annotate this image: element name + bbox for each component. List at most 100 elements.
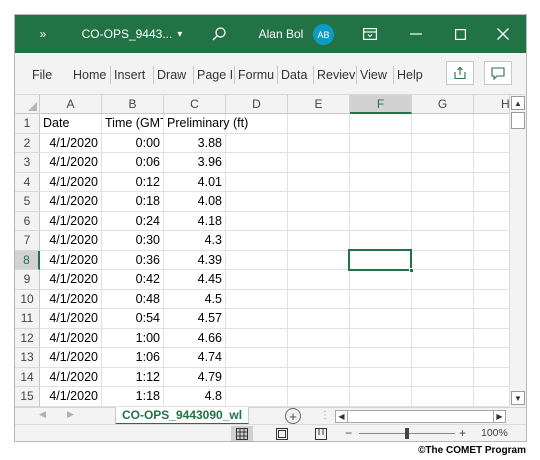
cell-g1[interactable] [412, 114, 474, 134]
cell-f6[interactable] [350, 211, 412, 231]
cell-e6[interactable] [288, 211, 350, 231]
cell-d12[interactable] [226, 328, 288, 348]
cell-g7[interactable] [412, 231, 474, 251]
cell-e13[interactable] [288, 348, 350, 368]
cell-e14[interactable] [288, 367, 350, 387]
cell-g12[interactable] [412, 328, 474, 348]
splitter-dots-icon[interactable]: ⋮ [320, 410, 330, 421]
cell-b8[interactable]: 0:36 [102, 250, 164, 270]
cell-g8[interactable] [412, 250, 474, 270]
cell-e7[interactable] [288, 231, 350, 251]
cell-e2[interactable] [288, 133, 350, 153]
row-header-7[interactable]: 7 [15, 231, 40, 251]
cell-b9[interactable]: 0:42 [102, 270, 164, 290]
cell-d8[interactable] [226, 250, 288, 270]
vertical-scrollbar[interactable]: ▲ ▼ [509, 95, 526, 407]
cell-c1[interactable]: Preliminary (ft) [164, 114, 248, 134]
cell-a4[interactable]: 4/1/2020 [40, 172, 102, 192]
cell-b2[interactable]: 0:00 [102, 133, 164, 153]
cell-d14[interactable] [226, 367, 288, 387]
sheet-tab-active[interactable]: CO-OPS_9443090_wl [115, 407, 249, 425]
cell-b10[interactable]: 0:48 [102, 289, 164, 309]
cell-h12[interactable] [474, 328, 514, 348]
cell-h3[interactable] [474, 153, 514, 173]
column-header-d[interactable]: D [226, 95, 288, 114]
row-header-4[interactable]: 4 [15, 172, 40, 192]
cell-f2[interactable] [350, 133, 412, 153]
close-icon[interactable] [493, 15, 513, 53]
previous-sheet-icon[interactable]: ◀ [39, 409, 46, 420]
cell-f10[interactable] [350, 289, 412, 309]
cell-c15[interactable]: 4.8 [164, 387, 226, 407]
cell-a8[interactable]: 4/1/2020 [40, 250, 102, 270]
tab-data[interactable]: Data [277, 66, 312, 84]
tab-view[interactable]: View [356, 66, 393, 84]
page-break-preview-icon[interactable] [310, 426, 332, 441]
cell-h11[interactable] [474, 309, 514, 329]
normal-view-icon[interactable] [231, 426, 253, 441]
tab-file[interactable]: File [29, 66, 57, 84]
cell-d13[interactable] [226, 348, 288, 368]
cell-h5[interactable] [474, 192, 514, 212]
cell-g9[interactable] [412, 270, 474, 290]
cell-c6[interactable]: 4.18 [164, 211, 226, 231]
cell-c12[interactable]: 4.66 [164, 328, 226, 348]
cell-c8[interactable]: 4.39 [164, 250, 226, 270]
cell-a13[interactable]: 4/1/2020 [40, 348, 102, 368]
cell-a6[interactable]: 4/1/2020 [40, 211, 102, 231]
search-icon[interactable] [209, 15, 229, 53]
cell-d10[interactable] [226, 289, 288, 309]
cell-h10[interactable] [474, 289, 514, 309]
scroll-down-button[interactable]: ▼ [511, 391, 525, 405]
cell-e10[interactable] [288, 289, 350, 309]
ribbon-display-options-icon[interactable] [359, 15, 381, 53]
vertical-scroll-thumb[interactable] [511, 112, 525, 129]
cell-d5[interactable] [226, 192, 288, 212]
cell-f9[interactable] [350, 270, 412, 290]
row-header-10[interactable]: 10 [15, 289, 40, 309]
row-header-15[interactable]: 15 [15, 387, 40, 407]
cell-g15[interactable] [412, 387, 474, 407]
column-header-b[interactable]: B [102, 95, 164, 114]
cell-h1[interactable] [474, 114, 514, 134]
maximize-icon[interactable] [450, 15, 470, 53]
scroll-up-button[interactable]: ▲ [511, 96, 525, 110]
cell-b1[interactable]: Time (GMT) [102, 114, 164, 134]
cell-b3[interactable]: 0:06 [102, 153, 164, 173]
cell-a15[interactable]: 4/1/2020 [40, 387, 102, 407]
tab-draw[interactable]: Draw [153, 66, 193, 84]
cell-h6[interactable] [474, 211, 514, 231]
row-header-5[interactable]: 5 [15, 192, 40, 212]
cell-b13[interactable]: 1:06 [102, 348, 164, 368]
zoom-out-button[interactable]: − [345, 426, 352, 440]
row-header-11[interactable]: 11 [15, 309, 40, 329]
cell-a9[interactable]: 4/1/2020 [40, 270, 102, 290]
file-name-menu[interactable]: CO-OPS_9443... ▾ [77, 15, 187, 53]
cell-b12[interactable]: 1:00 [102, 328, 164, 348]
cell-d7[interactable] [226, 231, 288, 251]
select-all-corner[interactable] [15, 95, 40, 114]
active-cell-f8[interactable] [348, 249, 414, 273]
row-header-9[interactable]: 9 [15, 270, 40, 290]
cell-c13[interactable]: 4.74 [164, 348, 226, 368]
zoom-slider-thumb[interactable] [405, 428, 409, 439]
row-header-1[interactable]: 1 [15, 114, 40, 134]
tab-page-layout[interactable]: Page I [193, 66, 234, 84]
cell-c14[interactable]: 4.79 [164, 367, 226, 387]
row-header-14[interactable]: 14 [15, 367, 40, 387]
cell-e5[interactable] [288, 192, 350, 212]
row-header-2[interactable]: 2 [15, 133, 40, 153]
cell-h15[interactable] [474, 387, 514, 407]
cell-d4[interactable] [226, 172, 288, 192]
zoom-in-button[interactable]: + [459, 426, 466, 440]
cell-d6[interactable] [226, 211, 288, 231]
cell-e1[interactable] [288, 114, 350, 134]
cell-c4[interactable]: 4.01 [164, 172, 226, 192]
cell-f11[interactable] [350, 309, 412, 329]
horizontal-scrollbar[interactable]: ◀ ▶ [335, 410, 506, 423]
cell-d3[interactable] [226, 153, 288, 173]
cell-e15[interactable] [288, 387, 350, 407]
cell-c2[interactable]: 3.88 [164, 133, 226, 153]
cell-a11[interactable]: 4/1/2020 [40, 309, 102, 329]
cell-f5[interactable] [350, 192, 412, 212]
